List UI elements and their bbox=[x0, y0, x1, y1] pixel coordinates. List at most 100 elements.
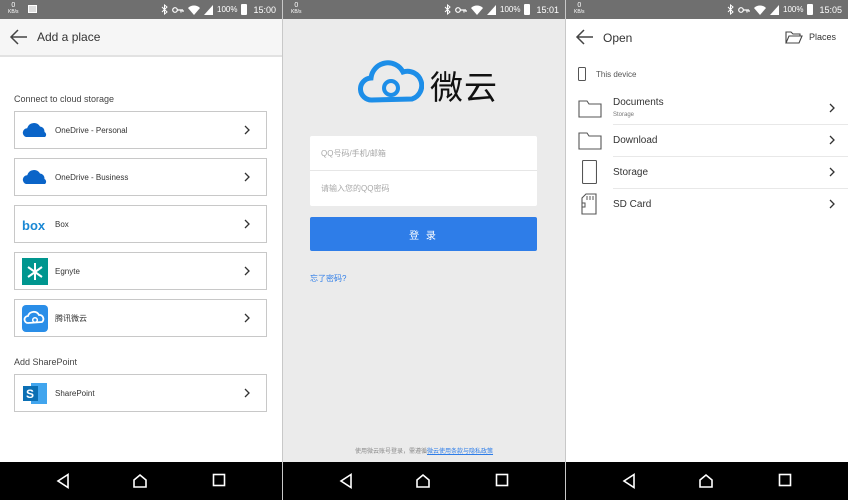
open-folder-icon bbox=[785, 31, 803, 44]
navigation-bar bbox=[283, 462, 565, 500]
page-title: Add a place bbox=[37, 30, 101, 44]
battery-icon bbox=[524, 4, 531, 15]
storage-label: Storage bbox=[613, 167, 649, 178]
box-label: Box bbox=[55, 219, 69, 229]
documents-row[interactable]: Documents Storage bbox=[566, 93, 848, 125]
nav-home-icon[interactable] bbox=[698, 473, 714, 489]
storage-row[interactable]: Storage bbox=[566, 157, 848, 189]
this-device-section: This device bbox=[578, 67, 636, 81]
navigation-bar bbox=[566, 462, 848, 500]
back-arrow-icon[interactable] bbox=[9, 28, 29, 46]
weiyun-login-screen: 0 KB/s 100% 15:01 微云 QQ号码/手机/邮箱 请输入您的QQ密码… bbox=[283, 0, 565, 500]
chevron-right-icon bbox=[829, 167, 835, 177]
onedrive-personal-label: OneDrive - Personal bbox=[55, 125, 128, 135]
page-title: Open bbox=[603, 31, 633, 45]
signal-icon bbox=[204, 4, 213, 15]
battery-percent: 100% bbox=[500, 5, 521, 14]
egnyte-row[interactable]: Egnyte bbox=[14, 252, 267, 290]
onedrive-business-label: OneDrive - Business bbox=[55, 172, 129, 182]
sharepoint-label: SharePoint bbox=[55, 388, 95, 398]
sd-card-row[interactable]: SD Card bbox=[566, 189, 848, 221]
login-form: QQ号码/手机/邮箱 请输入您的QQ密码 bbox=[310, 136, 537, 206]
app-bar: Add a place bbox=[0, 19, 282, 57]
nav-back-icon[interactable] bbox=[339, 473, 353, 489]
battery-percent: 100% bbox=[783, 5, 804, 14]
documents-sublabel: Storage bbox=[613, 112, 635, 118]
key-icon bbox=[172, 6, 184, 13]
clock: 15:00 bbox=[253, 4, 276, 15]
account-input[interactable]: QQ号码/手机/邮箱 bbox=[310, 136, 537, 171]
sd-card-icon bbox=[581, 193, 597, 215]
bluetooth-icon bbox=[444, 4, 451, 15]
login-button[interactable]: 登 录 bbox=[310, 217, 537, 251]
status-bar: 0 KB/s 100% 15:00 bbox=[0, 0, 282, 19]
forgot-password-link[interactable]: 忘了密码? bbox=[310, 273, 346, 284]
nav-home-icon[interactable] bbox=[132, 473, 148, 489]
key-icon bbox=[738, 6, 750, 13]
wifi-icon bbox=[471, 5, 483, 15]
battery-icon bbox=[241, 4, 248, 15]
box-row[interactable]: box Box bbox=[14, 205, 267, 243]
chevron-right-icon bbox=[244, 388, 250, 398]
wifi-icon bbox=[754, 5, 766, 15]
svg-text:box: box bbox=[22, 218, 46, 233]
chevron-right-icon bbox=[829, 135, 835, 145]
image-notification-icon bbox=[28, 5, 37, 13]
chevron-right-icon bbox=[244, 125, 250, 135]
nav-recents-icon[interactable] bbox=[212, 473, 226, 487]
back-arrow-icon[interactable] bbox=[575, 28, 595, 46]
download-label: Download bbox=[613, 135, 658, 146]
sharepoint-section-label: Add SharePoint bbox=[14, 357, 78, 367]
signal-icon bbox=[487, 4, 496, 15]
onedrive-business-row[interactable]: OneDrive - Business bbox=[14, 158, 267, 196]
onedrive-icon bbox=[22, 170, 47, 184]
network-speed: 0 KB/s bbox=[291, 2, 302, 15]
bluetooth-icon bbox=[727, 4, 734, 15]
sd-card-label: SD Card bbox=[613, 199, 652, 210]
nav-back-icon[interactable] bbox=[56, 473, 70, 489]
battery-percent: 100% bbox=[217, 5, 238, 14]
weiyun-icon bbox=[22, 305, 48, 332]
signal-icon bbox=[770, 4, 779, 15]
nav-recents-icon[interactable] bbox=[495, 473, 509, 487]
weiyun-label: 腾讯微云 bbox=[55, 313, 87, 323]
weiyun-logo-text: 微云 bbox=[430, 68, 498, 107]
nav-back-icon[interactable] bbox=[622, 473, 636, 489]
egnyte-label: Egnyte bbox=[55, 266, 80, 276]
nav-home-icon[interactable] bbox=[415, 473, 431, 489]
chevron-right-icon bbox=[244, 219, 250, 229]
network-speed: 0 KB/s bbox=[8, 2, 19, 15]
terms-link[interactable]: 微云使用条款与隐私政策 bbox=[427, 449, 493, 455]
app-bar: Open Places bbox=[566, 19, 848, 57]
phone-icon bbox=[578, 67, 586, 81]
wifi-icon bbox=[188, 5, 200, 15]
cloud-storage-section-label: Connect to cloud storage bbox=[14, 94, 115, 104]
sharepoint-row[interactable]: S SharePoint bbox=[14, 374, 267, 412]
status-bar: 0 KB/s 100% 15:05 bbox=[566, 0, 848, 19]
status-bar: 0 KB/s 100% 15:01 bbox=[283, 0, 565, 19]
clock: 15:01 bbox=[536, 4, 559, 15]
battery-icon bbox=[807, 4, 814, 15]
clock: 15:05 bbox=[819, 4, 842, 15]
weiyun-row[interactable]: 腾讯微云 bbox=[14, 299, 267, 337]
download-row[interactable]: Download bbox=[566, 125, 848, 157]
this-device-label: This device bbox=[596, 69, 637, 79]
chevron-right-icon bbox=[244, 313, 250, 323]
chevron-right-icon bbox=[829, 103, 835, 113]
folder-icon bbox=[578, 100, 602, 118]
network-speed: 0 KB/s bbox=[574, 2, 585, 15]
chevron-right-icon bbox=[829, 199, 835, 209]
onedrive-personal-row[interactable]: OneDrive - Personal bbox=[14, 111, 267, 149]
svg-text:S: S bbox=[26, 387, 34, 401]
agreement-text: 使用微云账号登录，需遵循微云使用条款与隐私政策 bbox=[283, 446, 565, 455]
weiyun-logo-icon bbox=[358, 60, 424, 103]
documents-label: Documents bbox=[613, 97, 664, 108]
egnyte-icon bbox=[22, 258, 48, 285]
bluetooth-icon bbox=[161, 4, 168, 15]
places-button[interactable]: Places bbox=[785, 30, 836, 44]
box-icon: box bbox=[22, 218, 46, 233]
password-input[interactable]: 请输入您的QQ密码 bbox=[310, 171, 537, 206]
agreement-prefix: 使用微云账号登录，需遵循 bbox=[354, 449, 427, 455]
chevron-right-icon bbox=[244, 172, 250, 182]
nav-recents-icon[interactable] bbox=[778, 473, 792, 487]
